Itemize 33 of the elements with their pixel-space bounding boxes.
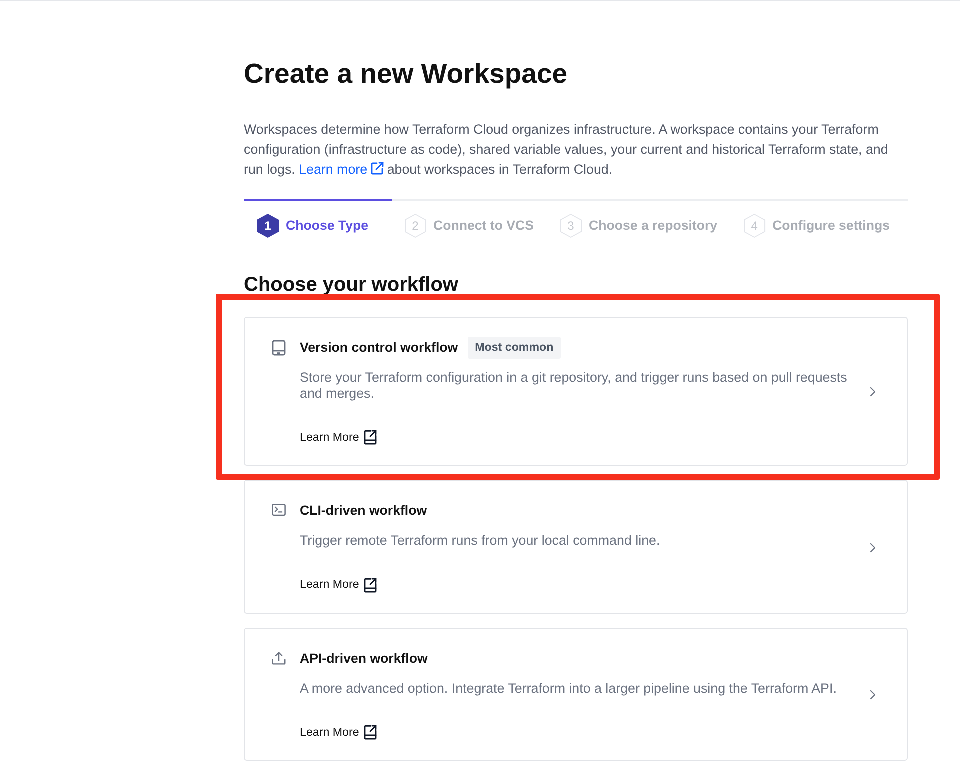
step-label: Choose a repository: [588, 217, 718, 236]
workflow-card[interactable]: Version control workflow Most common Store your Terraform configuration in a git repository, and trigger runs based on pull requests and merges. Learn More: [244, 317, 908, 466]
workflow-title: Version control workflow: [300, 339, 458, 358]
book-icon: [272, 340, 286, 356]
external-link-icon: [364, 430, 378, 446]
terminal-icon: [272, 503, 286, 518]
most-common-badge: Most common: [468, 337, 561, 359]
workflow-description: Trigger remote Terraform runs from your local command line.: [300, 533, 662, 550]
section-heading: Choose your workflow: [244, 273, 460, 298]
step-label: Configure settings: [772, 217, 890, 236]
learn-more-link[interactable]: Learn More: [300, 576, 378, 594]
step-number-badge: 2: [404, 214, 427, 238]
learn-more-link[interactable]: Learn More: [300, 429, 378, 446]
workflow-title: CLI-driven workflow: [300, 502, 428, 520]
workflow-card[interactable]: API-driven workflow A more advanced option. Integrate Terraform into a larger pipeline using the Terraform API. Learn More: [244, 628, 908, 762]
step-number-badge: 3: [560, 214, 582, 238]
external-link-icon: [364, 578, 378, 593]
upload-icon: [272, 650, 286, 666]
intro-paragraph: Workspaces determine how Terraform Cloud organizes infrastructure. A workspace contains your Terraform configuration (infrastructure as code), shared variable values, your current and historical Terraform state, and run logs. Learn more about workspaces in Terraform Cloud.: [244, 121, 890, 179]
step-number-badge: 1: [257, 214, 279, 238]
workflow-description: A more advanced option. Integrate Terraform into a larger pipeline using the Terraform API.: [300, 680, 838, 697]
page-title: Create a new Workspace: [244, 58, 569, 90]
step-label: Connect to VCS: [434, 217, 534, 236]
external-link-icon: [364, 724, 378, 740]
workflow-description: Store your Terraform configuration in a git repository, and trigger runs based on pull requests and merges.: [300, 370, 848, 402]
step-tab[interactable]: 1 Choose Type: [244, 199, 392, 250]
learn-more-link[interactable]: Learn More: [300, 724, 378, 742]
external-link-icon: [370, 162, 384, 176]
learn-more-link[interactable]: Learn more: [299, 162, 384, 177]
workflow-title: API-driven workflow: [300, 650, 428, 668]
step-label: Choose Type: [286, 217, 370, 236]
workflow-card[interactable]: CLI-driven workflow Trigger remote Terraform runs from your local command line. Learn More: [244, 480, 908, 614]
step-number-badge: 4: [744, 214, 766, 238]
